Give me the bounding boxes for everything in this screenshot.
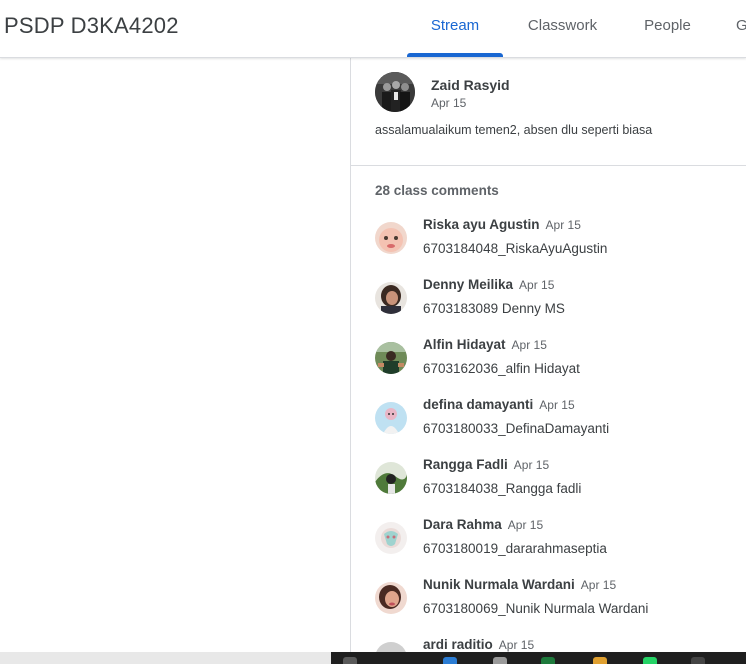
comment-date: Apr 15 xyxy=(498,638,535,652)
active-tab-indicator xyxy=(407,53,503,57)
announcement-panel: Zaid Rasyid Apr 15 assalamualaikum temen… xyxy=(350,58,746,664)
tab-grades[interactable]: G xyxy=(736,0,746,57)
edge-icon[interactable] xyxy=(443,657,457,664)
commenter-name: Riska ayu Agustin xyxy=(423,217,540,232)
commenter-name-row: ardi raditio Apr 15 xyxy=(423,637,534,652)
commenter-avatar[interactable] xyxy=(375,342,407,374)
commenter-avatar[interactable] xyxy=(375,402,407,434)
person-photo-avatar-icon xyxy=(375,282,407,314)
comment-text: 6703180069_Nunik Nurmala Wardani xyxy=(423,601,649,616)
comment-date: Apr 15 xyxy=(507,518,544,532)
comment-date: Apr 15 xyxy=(511,338,547,352)
post-divider xyxy=(351,165,746,166)
top-app-bar: PSDP D3KA4202 Stream Classwork People G xyxy=(0,0,746,58)
commenter-name-row: Nunik Nurmala Wardani Apr 15 xyxy=(423,577,616,592)
commenter-name: defina damayanti xyxy=(423,397,534,412)
commenter-avatar[interactable] xyxy=(375,462,407,494)
baby-face-avatar-icon xyxy=(375,222,407,254)
taskbar-dark-area xyxy=(331,652,746,664)
tab-classwork[interactable]: Classwork xyxy=(515,0,610,57)
commenter-name: Dara Rahma xyxy=(423,517,502,532)
comment-date: Apr 15 xyxy=(519,278,555,292)
tab-stream[interactable]: Stream xyxy=(407,0,503,57)
commenter-avatar[interactable] xyxy=(375,282,407,314)
post-body-text: assalamualaikum temen2, absen dlu sepert… xyxy=(375,123,653,137)
commenter-name: ardi raditio xyxy=(423,637,493,652)
post-date: Apr 15 xyxy=(431,96,467,110)
left-blank-area xyxy=(0,58,350,652)
comment-date: Apr 15 xyxy=(580,578,617,592)
landscape-avatar-icon xyxy=(375,462,407,494)
commenter-name-row: Rangga Fadli Apr 15 xyxy=(423,457,549,472)
commenter-avatar[interactable] xyxy=(375,222,407,254)
commenter-name-row: Denny Meilika Apr 15 xyxy=(423,277,554,292)
comment-text: 6703180019_dararahmaseptia xyxy=(423,541,607,556)
commenter-name: Nunik Nurmala Wardani xyxy=(423,577,575,592)
commenter-name-row: defina damayanti Apr 15 xyxy=(423,397,575,412)
comment-item: Nunik Nurmala Wardani Apr 15 6703180069_N… xyxy=(375,575,735,635)
person-outdoor-avatar-icon xyxy=(375,342,407,374)
class-comments-count[interactable]: 28 class comments xyxy=(375,183,499,198)
commenter-name-row: Dara Rahma Apr 15 xyxy=(423,517,543,532)
tab-classwork-label: Classwork xyxy=(527,17,598,34)
comment-date: Apr 15 xyxy=(545,218,581,232)
comment-date: Apr 15 xyxy=(513,458,550,472)
whatsapp-icon[interactable] xyxy=(643,657,657,664)
tab-stream-label: Stream xyxy=(430,17,480,34)
comment-text: 6703180033_DefinaDamayanti xyxy=(423,421,610,436)
selfie-avatar-icon xyxy=(375,582,407,614)
commenter-avatar[interactable] xyxy=(375,522,407,554)
search-icon[interactable] xyxy=(343,657,357,664)
comment-date: Apr 15 xyxy=(539,398,575,412)
class-title[interactable]: PSDP D3KA4202 xyxy=(4,13,179,39)
taskbar xyxy=(0,652,746,664)
commenter-name-row: Alfin Hidayat Apr 15 xyxy=(423,337,547,352)
tab-people[interactable]: People xyxy=(630,0,705,57)
store-icon[interactable] xyxy=(493,657,507,664)
tab-grades-label: G xyxy=(736,17,746,34)
comment-item: defina damayanti Apr 15 6703180033_Defina… xyxy=(375,395,735,455)
author-photo-icon xyxy=(375,72,415,112)
comment-item: Denny Meilika Apr 15 6703183089 Denny MS xyxy=(375,275,735,335)
tab-people-label: People xyxy=(644,17,691,34)
excel-icon[interactable] xyxy=(541,657,555,664)
app-icon[interactable] xyxy=(691,657,705,664)
commenter-name: Rangga Fadli xyxy=(423,457,508,472)
cartoon-avatar-icon xyxy=(375,402,407,434)
comment-item: Riska ayu Agustin Apr 15 6703184048_Riska… xyxy=(375,215,735,275)
commenter-name: Alfin Hidayat xyxy=(423,337,506,352)
comment-text: 6703184048_RiskaAyuAgustin xyxy=(423,241,608,256)
comment-text: 6703183089 Denny MS xyxy=(423,301,565,316)
folder-icon[interactable] xyxy=(593,657,607,664)
comment-item: Alfin Hidayat Apr 15 6703162036_alfin Hid… xyxy=(375,335,735,395)
commenter-name: Denny Meilika xyxy=(423,277,514,292)
illustration-avatar-icon xyxy=(375,522,407,554)
comment-text: 6703162036_alfin Hidayat xyxy=(423,361,580,376)
commenter-name-row: Riska ayu Agustin Apr 15 xyxy=(423,217,581,232)
commenter-avatar[interactable] xyxy=(375,582,407,614)
post-author-name: Zaid Rasyid xyxy=(431,77,510,93)
comment-item: Rangga Fadli Apr 15 6703184038_Rangga fad… xyxy=(375,455,735,515)
comment-item: Dara Rahma Apr 15 6703180019_dararahmasep… xyxy=(375,515,735,575)
author-avatar[interactable] xyxy=(375,72,415,112)
comment-text: 6703184038_Rangga fadli xyxy=(423,481,582,496)
